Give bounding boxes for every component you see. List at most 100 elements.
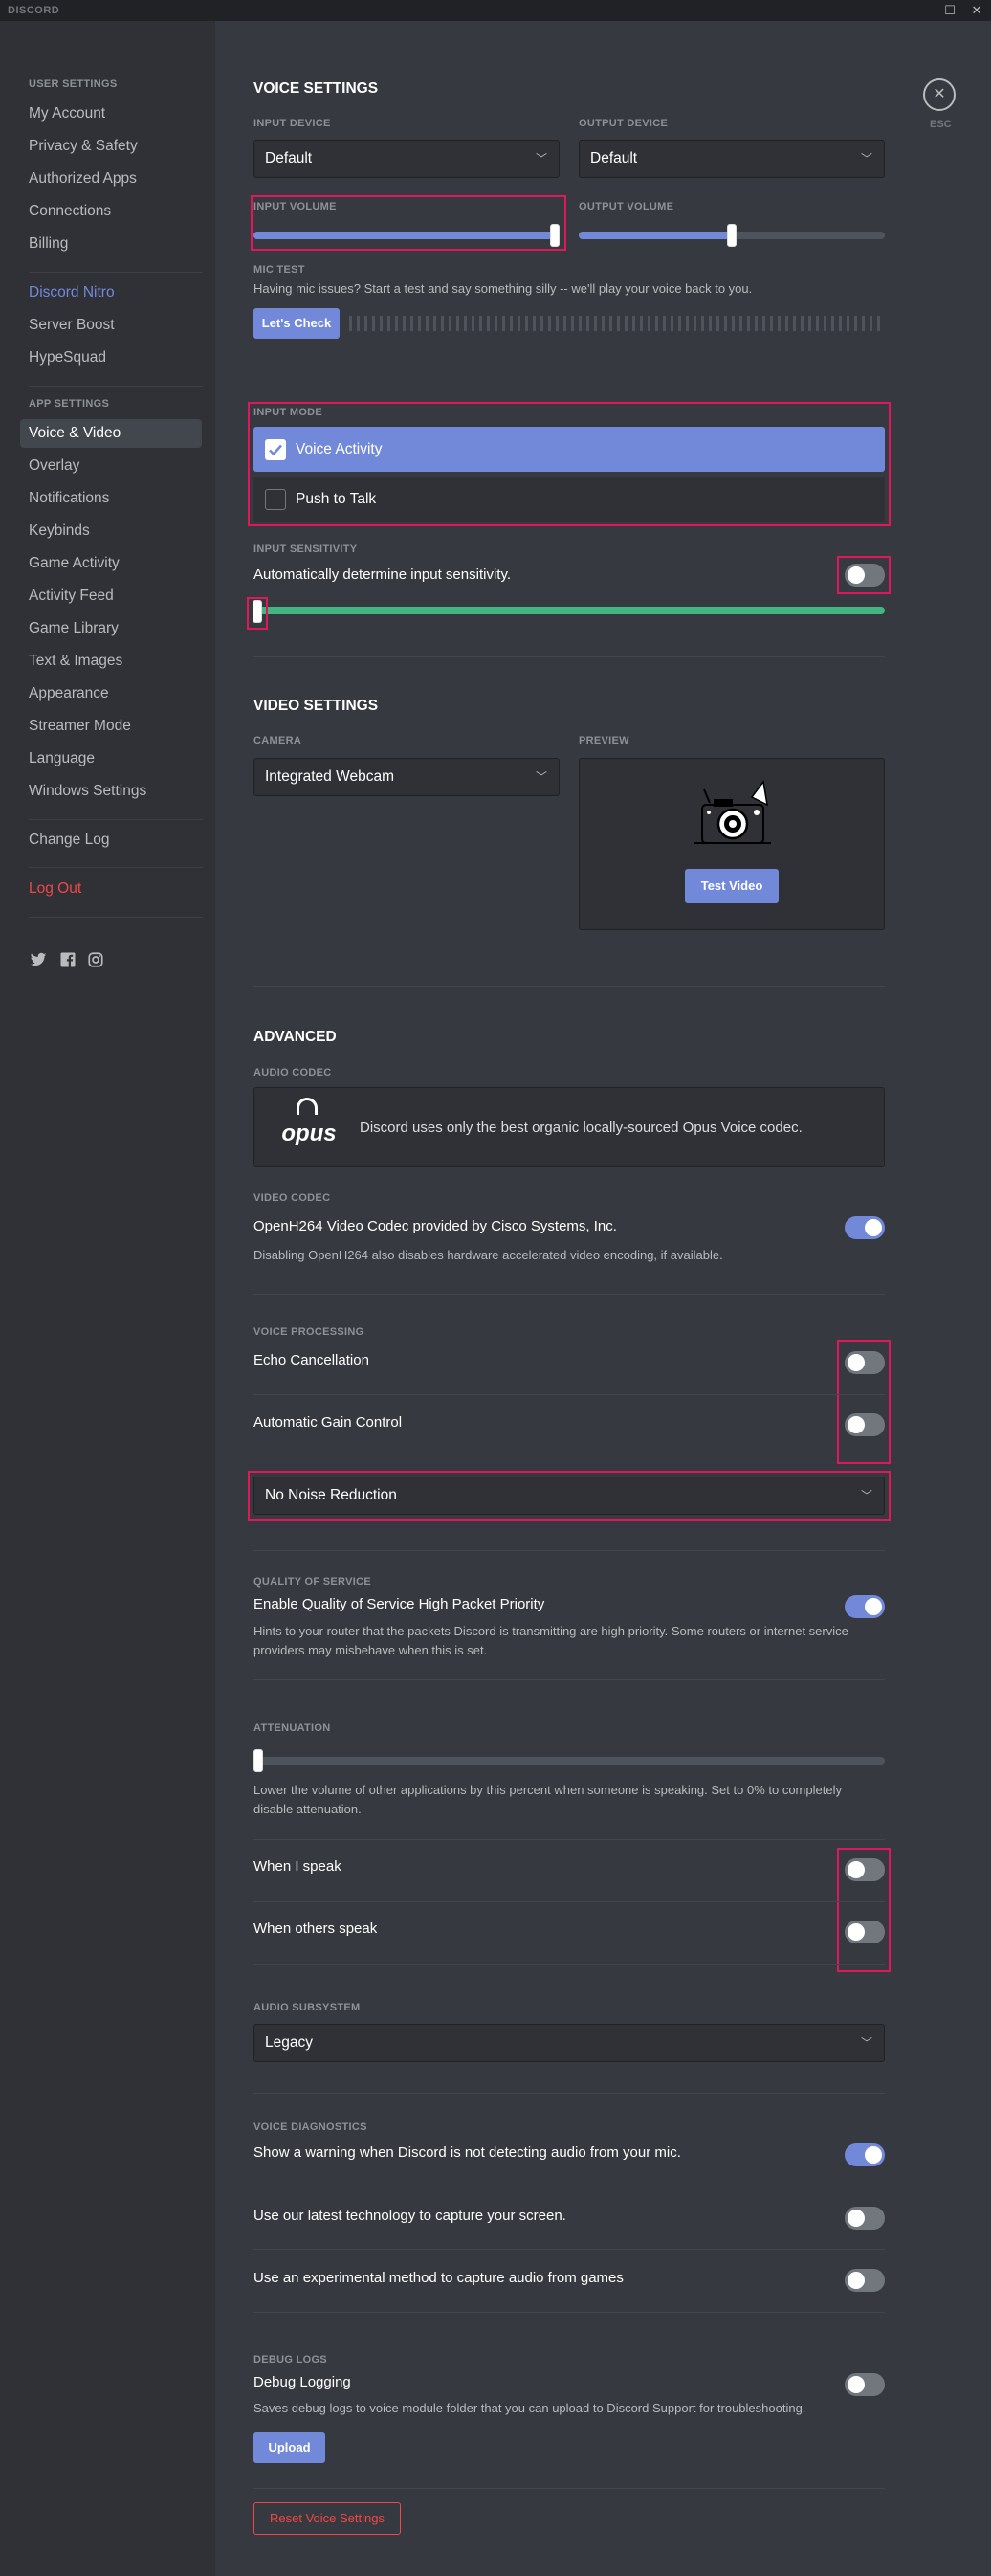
sidebar-item-streamer-mode[interactable]: Streamer Mode <box>20 712 202 741</box>
sidebar-item-my-account[interactable]: My Account <box>20 100 202 128</box>
sidebar-item-keybinds[interactable]: Keybinds <box>20 517 202 545</box>
sidebar-item-connections[interactable]: Connections <box>20 197 202 226</box>
sidebar-item-discord-nitro[interactable]: Discord Nitro <box>20 278 202 307</box>
sidebar-divider <box>29 386 203 387</box>
preview-label: PREVIEW <box>579 735 629 746</box>
input-sensitivity-label: INPUT SENSITIVITY <box>253 544 358 555</box>
close-icon[interactable]: ✕ <box>923 78 956 111</box>
input-mode-push-to-talk[interactable]: Push to Talk <box>253 477 885 522</box>
debug-logging-toggle[interactable] <box>845 2373 885 2396</box>
divider <box>253 1294 885 1295</box>
noise-reduction-select[interactable]: No Noise Reduction ﹀ <box>253 1477 885 1515</box>
input-device-select[interactable]: Default ﹀ <box>253 140 560 178</box>
divider <box>253 2249 885 2250</box>
input-volume-handle[interactable] <box>550 224 560 247</box>
sidebar-divider <box>29 917 203 918</box>
facebook-icon[interactable] <box>59 951 77 968</box>
capture-screen-label: Use our latest technology to capture you… <box>253 2208 566 2224</box>
sidebar-item-log-out[interactable]: Log Out <box>20 875 202 903</box>
video-settings-title: VIDEO SETTINGS <box>253 698 379 714</box>
divider <box>253 2488 885 2489</box>
agc-label: Automatic Gain Control <box>253 1414 403 1431</box>
sidebar-item-privacy-safety[interactable]: Privacy & Safety <box>20 132 202 161</box>
audio-subsystem-label: AUDIO SUBSYSTEM <box>253 2002 361 2013</box>
input-sensitivity-handle[interactable] <box>253 600 262 623</box>
camera-illustration-icon <box>694 780 771 844</box>
sidebar-divider <box>29 272 203 273</box>
sidebar-divider <box>29 819 203 820</box>
output-volume-handle[interactable] <box>727 224 737 247</box>
input-mode-label: INPUT MODE <box>253 407 323 418</box>
twitter-icon[interactable] <box>30 951 47 968</box>
sidebar-item-language[interactable]: Language <box>20 744 202 773</box>
voice-settings-title: VOICE SETTINGS <box>253 80 379 97</box>
sidebar-item-billing[interactable]: Billing <box>20 230 202 258</box>
divider <box>253 1550 885 1551</box>
sidebar-item-change-log[interactable]: Change Log <box>20 826 202 855</box>
output-device-label: OUTPUT DEVICE <box>579 118 669 129</box>
sidebar-item-authorized-apps[interactable]: Authorized Apps <box>20 165 202 193</box>
openh264-toggle[interactable] <box>845 1216 885 1239</box>
echo-cancellation-label: Echo Cancellation <box>253 1352 369 1368</box>
discord-logo: DISCORD <box>8 5 60 16</box>
upload-button[interactable]: Upload <box>253 2432 325 2463</box>
reset-voice-settings-button[interactable]: Reset Voice Settings <box>253 2502 401 2535</box>
sidebar-item-activity-feed[interactable]: Activity Feed <box>20 582 202 611</box>
camera-value: Integrated Webcam <box>265 768 394 785</box>
qos-description-line-1: Hints to your router that the packets Di… <box>253 1624 848 1638</box>
diag-warning-label: Show a warning when Discord is not detec… <box>253 2144 681 2161</box>
camera-select[interactable]: Integrated Webcam ﹀ <box>253 758 560 796</box>
sidebar-item-appearance[interactable]: Appearance <box>20 679 202 708</box>
divider <box>253 1839 885 1840</box>
input-mode-voice-activity[interactable]: Voice Activity <box>253 427 885 472</box>
echo-cancellation-toggle[interactable] <box>845 1351 885 1374</box>
instagram-icon[interactable] <box>87 951 104 968</box>
sidebar-item-notifications[interactable]: Notifications <box>20 484 202 513</box>
input-sensitivity-slider[interactable] <box>253 607 885 614</box>
when-i-speak-toggle[interactable] <box>845 1858 885 1881</box>
capture-screen-toggle[interactable] <box>845 2207 885 2230</box>
checkbox-checked[interactable] <box>265 439 286 460</box>
capture-audio-label: Use an experimental method to capture au… <box>253 2270 624 2286</box>
divider <box>253 1394 885 1395</box>
maximize-button[interactable]: ☐ <box>937 0 962 21</box>
openh264-description: Disabling OpenH264 also disables hardwar… <box>253 1248 723 1262</box>
qos-toggle[interactable] <box>845 1595 885 1618</box>
output-volume-label: OUTPUT VOLUME <box>579 201 674 212</box>
window-close-button[interactable]: ✕ <box>964 0 989 21</box>
when-others-speak-toggle[interactable] <box>845 1921 885 1943</box>
diag-warning-toggle[interactable] <box>845 2143 885 2166</box>
attenuation-label: ATTENUATION <box>253 1722 331 1734</box>
debug-logging-label: Debug Logging <box>253 2374 351 2390</box>
mic-test-meter <box>349 316 885 331</box>
check-icon <box>269 444 282 456</box>
output-device-select[interactable]: Default ﹀ <box>579 140 885 178</box>
when-i-speak-label: When I speak <box>253 1858 341 1875</box>
divider <box>253 1901 885 1902</box>
attenuation-slider[interactable] <box>253 1757 885 1765</box>
output-volume-fill <box>579 232 732 239</box>
test-video-button[interactable]: Test Video <box>685 869 779 903</box>
sidebar-item-text-images[interactable]: Text & Images <box>20 647 202 676</box>
agc-toggle[interactable] <box>845 1413 885 1436</box>
auto-sensitivity-toggle[interactable] <box>845 564 885 587</box>
sidebar-item-server-boost[interactable]: Server Boost <box>20 311 202 340</box>
sidebar-item-overlay[interactable]: Overlay <box>20 452 202 480</box>
sidebar-item-hypesquad[interactable]: HypeSquad <box>20 344 202 372</box>
attenuation-handle[interactable] <box>253 1749 263 1772</box>
lets-check-button[interactable]: Let's Check <box>253 308 340 339</box>
checkbox-unchecked[interactable] <box>265 489 286 510</box>
sidebar-item-windows-settings[interactable]: Windows Settings <box>20 777 202 806</box>
sidebar-item-voice-video[interactable]: Voice & Video <box>20 419 202 448</box>
title-bar: DISCORD — ☐ ✕ <box>0 0 991 21</box>
minimize-button[interactable]: — <box>905 0 930 21</box>
voice-activity-label: Voice Activity <box>296 441 383 457</box>
audio-subsystem-select[interactable]: Legacy ﹀ <box>253 2024 885 2062</box>
sidebar-item-game-activity[interactable]: Game Activity <box>20 549 202 578</box>
debug-logging-description: Saves debug logs to voice module folder … <box>253 2401 806 2415</box>
input-volume-slider[interactable] <box>253 232 560 239</box>
audio-subsystem-value: Legacy <box>265 2034 313 2051</box>
debug-logs-label: DEBUG LOGS <box>253 2354 327 2365</box>
sidebar-item-game-library[interactable]: Game Library <box>20 614 202 643</box>
capture-audio-toggle[interactable] <box>845 2269 885 2292</box>
